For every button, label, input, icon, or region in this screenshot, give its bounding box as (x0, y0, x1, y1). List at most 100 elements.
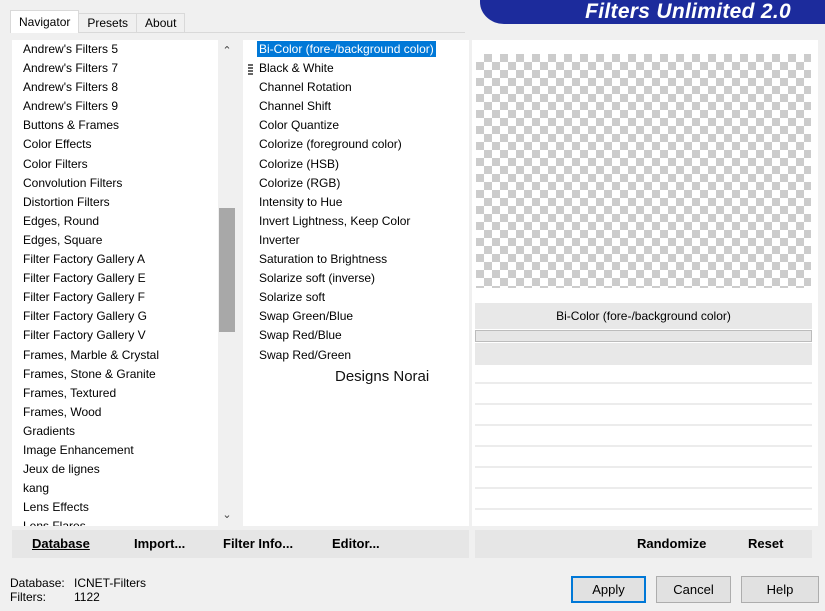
database-button[interactable]: Database (32, 530, 90, 558)
parameter-slot (475, 387, 812, 405)
filters-count: 1122 (74, 590, 100, 604)
filter-item-label: Intensity to Hue (259, 194, 343, 209)
status-info: Database: ICNET-Filters Filters: 1122 (10, 576, 146, 604)
category-item[interactable]: Distortion Filters (12, 193, 236, 212)
filter-item-label: Colorize (HSB) (259, 156, 340, 171)
filter-item-label: Colorize (foreground color) (259, 137, 402, 152)
tab-navigator[interactable]: Navigator (10, 10, 80, 33)
parameter-slot (475, 429, 812, 447)
database-value: ICNET-Filters (74, 576, 146, 590)
filter-item[interactable]: Black & White (243, 59, 469, 78)
category-item[interactable]: Color Effects (12, 135, 236, 154)
preview-image (476, 54, 811, 288)
list-marker-icon (248, 64, 253, 76)
category-item[interactable]: Andrew's Filters 7 (12, 59, 236, 78)
filter-item[interactable]: Colorize (foreground color) (243, 135, 469, 154)
filter-item[interactable]: Swap Green/Blue (243, 307, 469, 326)
parameter-slot (475, 366, 812, 384)
category-item[interactable]: Frames, Wood (12, 403, 236, 422)
filter-list[interactable]: Bi-Color (fore-/background color) Black &… (243, 40, 469, 526)
category-scrollbar[interactable]: ⌃ ⌄ (218, 40, 236, 526)
filter-item[interactable]: Saturation to Brightness (243, 250, 469, 269)
control-area (475, 343, 812, 365)
progress-bar (475, 330, 812, 342)
database-label: Database: (10, 576, 65, 590)
category-item[interactable]: Filter Factory Gallery F (12, 288, 236, 307)
randomize-button[interactable]: Randomize (637, 530, 706, 558)
filter-item-label: Inverter (259, 232, 300, 247)
filter-item-label: Bi-Color (fore-/background color) (256, 40, 437, 58)
filter-item[interactable]: Solarize soft (inverse) (243, 269, 469, 288)
filter-item-label: Channel Shift (259, 99, 332, 114)
category-item[interactable]: Filter Factory Gallery V (12, 326, 236, 345)
tab-presets[interactable]: Presets (78, 13, 138, 33)
category-item[interactable]: Filter Factory Gallery G (12, 307, 236, 326)
category-item[interactable]: Edges, Square (12, 231, 236, 250)
category-item[interactable]: Edges, Round (12, 212, 236, 231)
reset-button[interactable]: Reset (748, 530, 783, 558)
category-item[interactable]: Filter Factory Gallery A (12, 250, 236, 269)
filter-item[interactable]: Invert Lightness, Keep Color (243, 212, 469, 231)
category-item[interactable]: Jeux de lignes (12, 460, 236, 479)
category-item[interactable]: Andrew's Filters 9 (12, 97, 236, 116)
scrollbar-thumb[interactable] (219, 208, 235, 332)
filter-item[interactable]: Swap Red/Blue (243, 326, 469, 345)
tab-bar: Navigator Presets About (10, 10, 186, 33)
filter-item-label: Swap Red/Blue (259, 328, 342, 343)
navigator-toolbar: Database Import... Filter Info... Editor… (12, 530, 469, 558)
filter-item-label: Saturation to Brightness (259, 252, 388, 267)
category-item[interactable]: Lens Effects (12, 498, 236, 517)
category-item[interactable]: kang (12, 479, 236, 498)
category-item[interactable]: Andrew's Filters 8 (12, 78, 236, 97)
parameter-slot (475, 450, 812, 468)
filter-item[interactable]: Swap Red/Green (243, 346, 469, 365)
filter-item-label: Colorize (RGB) (259, 175, 341, 190)
filter-item-label: Invert Lightness, Keep Color (259, 213, 411, 228)
filter-item[interactable]: Colorize (HSB) (243, 155, 469, 174)
category-item[interactable]: Frames, Stone & Granite (12, 365, 236, 384)
category-item[interactable]: Buttons & Frames (12, 116, 236, 135)
apply-button[interactable]: Apply (571, 576, 646, 603)
filter-item[interactable]: Colorize (RGB) (243, 174, 469, 193)
filter-item-label: Color Quantize (259, 118, 340, 133)
filter-info-button[interactable]: Filter Info... (223, 530, 293, 558)
filter-item[interactable]: Inverter (243, 231, 469, 250)
category-item[interactable]: Image Enhancement (12, 441, 236, 460)
parameter-slot (475, 408, 812, 426)
category-item[interactable]: Filter Factory Gallery E (12, 269, 236, 288)
scroll-up-arrow-icon[interactable]: ⌃ (218, 42, 236, 60)
category-item[interactable]: Lens Flares (12, 517, 236, 526)
current-filter-name: Bi-Color (fore-/background color) (475, 303, 812, 329)
parameter-slot (475, 492, 812, 510)
filter-item[interactable]: Channel Shift (243, 97, 469, 116)
category-item[interactable]: Gradients (12, 422, 236, 441)
cancel-button[interactable]: Cancel (656, 576, 731, 603)
category-item[interactable]: Frames, Marble & Crystal (12, 346, 236, 365)
preview-toolbar: Randomize Reset (475, 530, 812, 558)
app-title-banner: Filters Unlimited 2.0 (480, 0, 825, 24)
filter-item-label: Solarize soft (inverse) (259, 271, 376, 286)
category-item[interactable]: Color Filters (12, 155, 236, 174)
category-item[interactable]: Andrew's Filters 5 (12, 40, 236, 59)
filter-item[interactable]: Color Quantize (243, 116, 469, 135)
filter-item[interactable]: Bi-Color (fore-/background color) (243, 40, 469, 59)
category-item[interactable]: Convolution Filters (12, 174, 236, 193)
category-list[interactable]: Andrew's Filters 5 Andrew's Filters 7 Andr… (12, 40, 236, 526)
category-item[interactable]: Frames, Textured (12, 384, 236, 403)
filter-item[interactable]: Intensity to Hue (243, 193, 469, 212)
parameter-slot (475, 471, 812, 489)
import-button[interactable]: Import... (134, 530, 185, 558)
watermark-text: Designs Norai (335, 368, 430, 385)
filter-item-label: Swap Green/Blue (259, 309, 354, 324)
tab-about[interactable]: About (136, 13, 186, 33)
scroll-down-arrow-icon[interactable]: ⌄ (218, 506, 236, 524)
filters-label: Filters: (10, 590, 46, 604)
filter-item-label: Black & White (259, 61, 334, 76)
help-button[interactable]: Help (741, 576, 819, 603)
filter-item-label: Swap Red/Green (259, 347, 352, 362)
filter-item-label: Solarize soft (259, 290, 326, 305)
filter-item-label: Channel Rotation (259, 80, 352, 95)
editor-button[interactable]: Editor... (332, 530, 380, 558)
filter-item[interactable]: Channel Rotation (243, 78, 469, 97)
filter-item[interactable]: Solarize soft (243, 288, 469, 307)
